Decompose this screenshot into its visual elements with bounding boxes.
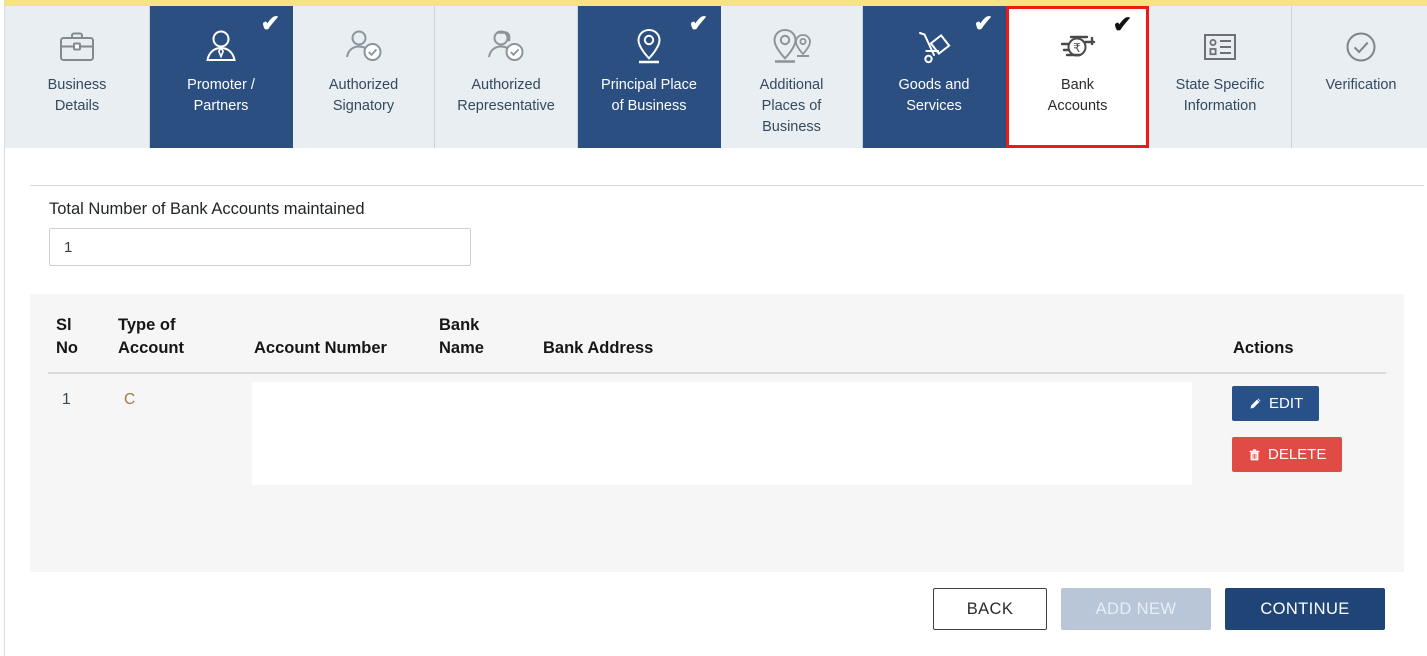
tab-completed-check-icon: ✔	[973, 10, 993, 36]
total-accounts-label: Total Number of Bank Accounts maintained	[49, 200, 365, 218]
table-row: 1 C EDIT DELETE	[30, 374, 1404, 572]
column-header-bank-address: Bank Address	[543, 339, 654, 357]
delete-button-label: DELETE	[1268, 446, 1327, 463]
map-pins-icon	[769, 24, 815, 70]
trash-icon	[1248, 448, 1261, 462]
column-header-sl-no: Sl No	[56, 316, 78, 357]
bank-rupee-icon: ₹	[1054, 24, 1102, 70]
tab-additional-places-of-business[interactable]: Additional Places of Business	[721, 6, 863, 148]
edit-button[interactable]: EDIT	[1232, 386, 1320, 421]
tab-bank-accounts[interactable]: ✔ ₹ Bank Accounts	[1006, 6, 1149, 148]
id-card-icon	[1199, 24, 1241, 70]
tab-label-authorized-signatory: Authorized Signatory	[328, 77, 399, 114]
tab-label-principal-place-of-business: Principal Place of Business	[601, 77, 697, 114]
section-divider	[30, 185, 1424, 186]
map-pin-icon	[631, 24, 667, 70]
cell-sl-no: 1	[62, 391, 71, 408]
table-header-row: Sl No Type of Account Account Number Ban…	[30, 294, 1404, 374]
delete-button[interactable]: DELETE	[1232, 437, 1343, 472]
tab-label-promoter-partners: Promoter / Partners	[187, 77, 255, 114]
tab-authorized-representative[interactable]: Authorized Representative	[435, 6, 578, 148]
add-new-button[interactable]: ADD NEW	[1061, 588, 1211, 630]
bank-accounts-table: Sl No Type of Account Account Number Ban…	[30, 294, 1404, 572]
back-button[interactable]: BACK	[933, 588, 1047, 630]
tab-label-state-specific-information: State Specific Information	[1175, 77, 1265, 114]
tab-goods-and-services[interactable]: ✔ Goods and Services	[863, 6, 1006, 148]
cell-type-of-account: C	[124, 391, 136, 408]
tab-completed-check-icon: ✔	[1112, 11, 1132, 37]
gst-registration-page: Business Details ✔ Promoter / Partners A…	[0, 0, 1427, 656]
total-accounts-input[interactable]	[49, 228, 471, 266]
column-header-actions: Actions	[1233, 339, 1294, 357]
continue-button[interactable]: CONTINUE	[1225, 588, 1385, 630]
tab-label-verification: Verification	[1325, 77, 1397, 93]
tab-label-bank-accounts: Bank Accounts	[1047, 77, 1108, 114]
tab-label-business-details: Business Details	[47, 77, 107, 114]
tab-business-details[interactable]: Business Details	[5, 6, 150, 148]
person-icon	[201, 24, 241, 70]
person-headset-icon	[485, 24, 527, 70]
form-footer-actions: BACK ADD NEW CONTINUE	[933, 588, 1385, 630]
row-actions: EDIT DELETE	[1232, 386, 1382, 472]
tab-label-authorized-representative: Authorized Representative	[457, 77, 555, 114]
pencil-icon	[1248, 397, 1262, 411]
tab-promoter-partners[interactable]: ✔ Promoter / Partners	[150, 6, 293, 148]
tab-state-specific-information[interactable]: State Specific Information	[1149, 6, 1292, 148]
svg-text:₹: ₹	[1073, 41, 1081, 55]
tab-completed-check-icon: ✔	[688, 10, 708, 36]
tab-verification[interactable]: Verification	[1292, 6, 1427, 148]
column-header-bank-name: Bank Name	[439, 316, 484, 357]
tab-label-goods-and-services: Goods and Services	[898, 77, 970, 114]
column-header-type-of-account: Type of Account	[118, 316, 184, 357]
check-circle-icon	[1341, 24, 1381, 70]
briefcase-icon	[57, 24, 97, 70]
tab-authorized-signatory[interactable]: Authorized Signatory	[293, 6, 435, 148]
edit-button-label: EDIT	[1269, 395, 1304, 412]
wizard-tab-strip: Business Details ✔ Promoter / Partners A…	[5, 6, 1427, 148]
cell-details-blank-area	[252, 382, 1192, 485]
tab-label-additional-places-of-business: Additional Places of Business	[759, 77, 824, 135]
tab-principal-place-of-business[interactable]: ✔ Principal Place of Business	[578, 6, 721, 148]
person-check-icon	[343, 24, 385, 70]
trolley-icon	[913, 24, 955, 70]
tab-completed-check-icon: ✔	[260, 10, 280, 36]
bank-accounts-panel: Total Number of Bank Accounts maintained…	[5, 148, 1427, 656]
column-header-account-number: Account Number	[254, 339, 387, 357]
